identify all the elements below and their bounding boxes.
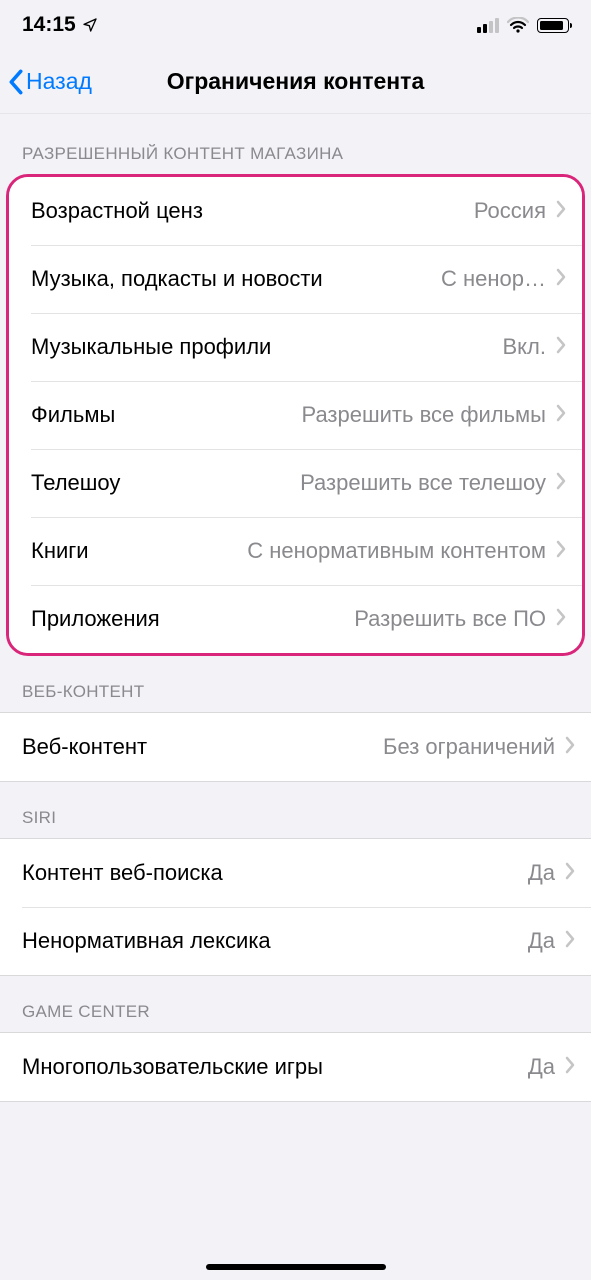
row-multiplayer-games[interactable]: Многопользовательские игры Да bbox=[0, 1033, 591, 1101]
row-value: Вкл. bbox=[503, 334, 547, 360]
row-value: Да bbox=[528, 1054, 555, 1080]
row-explicit-language[interactable]: Ненормативная лексика Да bbox=[0, 907, 591, 975]
status-time: 14:15 bbox=[22, 13, 76, 37]
row-value: Россия bbox=[474, 198, 546, 224]
chevron-right-icon bbox=[556, 472, 566, 495]
home-indicator[interactable] bbox=[206, 1264, 386, 1270]
row-books[interactable]: Книги С ненормативным контентом bbox=[9, 517, 582, 585]
row-label: Приложения bbox=[31, 606, 170, 632]
row-label: Контент веб-поиска bbox=[22, 860, 233, 886]
row-value: Да bbox=[528, 860, 555, 886]
chevron-right-icon bbox=[556, 200, 566, 223]
chevron-right-icon bbox=[565, 736, 575, 759]
row-label: Музыка, подкасты и новости bbox=[31, 266, 333, 292]
chevron-right-icon bbox=[556, 268, 566, 291]
back-label: Назад bbox=[26, 68, 92, 95]
row-apps[interactable]: Приложения Разрешить все ПО bbox=[9, 585, 582, 653]
row-label: Многопользовательские игры bbox=[22, 1054, 333, 1080]
row-value: Разрешить все ПО bbox=[354, 606, 546, 632]
row-label: Книги bbox=[31, 538, 99, 564]
row-label: Веб-контент bbox=[22, 734, 157, 760]
section-header-gamecenter: GAME CENTER bbox=[0, 976, 591, 1032]
chevron-right-icon bbox=[565, 1056, 575, 1079]
status-bar: 14:15 bbox=[0, 0, 591, 50]
cellular-signal-icon bbox=[477, 18, 499, 33]
row-value: Разрешить все фильмы bbox=[302, 402, 547, 428]
section-header-siri: SIRI bbox=[0, 782, 591, 838]
chevron-right-icon bbox=[556, 540, 566, 563]
highlighted-store-group: Возрастной ценз Россия Музыка, подкасты … bbox=[6, 174, 585, 656]
section-header-web: ВЕБ-КОНТЕНТ bbox=[0, 656, 591, 712]
row-label: Музыкальные профили bbox=[31, 334, 281, 360]
list-siri: Контент веб-поиска Да Ненормативная лекс… bbox=[0, 838, 591, 976]
list-gamecenter: Многопользовательские игры Да bbox=[0, 1032, 591, 1102]
row-label: Фильмы bbox=[31, 402, 125, 428]
list-web: Веб-контент Без ограничений bbox=[0, 712, 591, 782]
row-value: Разрешить все телешоу bbox=[300, 470, 546, 496]
chevron-left-icon bbox=[8, 69, 24, 95]
row-value: С ненор… bbox=[441, 266, 546, 292]
row-label: Возрастной ценз bbox=[31, 198, 213, 224]
list-store: Возрастной ценз Россия Музыка, подкасты … bbox=[9, 177, 582, 653]
chevron-right-icon bbox=[556, 404, 566, 427]
row-web-content[interactable]: Веб-контент Без ограничений bbox=[0, 713, 591, 781]
back-button[interactable]: Назад bbox=[8, 68, 92, 95]
row-label: Ненормативная лексика bbox=[22, 928, 281, 954]
battery-icon bbox=[537, 18, 569, 33]
row-tv-shows[interactable]: Телешоу Разрешить все телешоу bbox=[9, 449, 582, 517]
chevron-right-icon bbox=[556, 336, 566, 359]
row-music-profiles[interactable]: Музыкальные профили Вкл. bbox=[9, 313, 582, 381]
row-value: Без ограничений bbox=[383, 734, 555, 760]
row-movies[interactable]: Фильмы Разрешить все фильмы bbox=[9, 381, 582, 449]
section-header-store: РАЗРЕШЕННЫЙ КОНТЕНТ МАГАЗИНА bbox=[0, 114, 591, 174]
wifi-icon bbox=[507, 17, 529, 33]
row-value: Да bbox=[528, 928, 555, 954]
row-age-rating[interactable]: Возрастной ценз Россия bbox=[9, 177, 582, 245]
location-icon bbox=[82, 17, 98, 33]
chevron-right-icon bbox=[556, 608, 566, 631]
chevron-right-icon bbox=[565, 930, 575, 953]
row-web-search-content[interactable]: Контент веб-поиска Да bbox=[0, 839, 591, 907]
row-value: С ненормативным контентом bbox=[247, 538, 546, 564]
row-label: Телешоу bbox=[31, 470, 130, 496]
chevron-right-icon bbox=[565, 862, 575, 885]
row-music-podcasts-news[interactable]: Музыка, подкасты и новости С ненор… bbox=[9, 245, 582, 313]
nav-bar: Назад Ограничения контента bbox=[0, 50, 591, 114]
